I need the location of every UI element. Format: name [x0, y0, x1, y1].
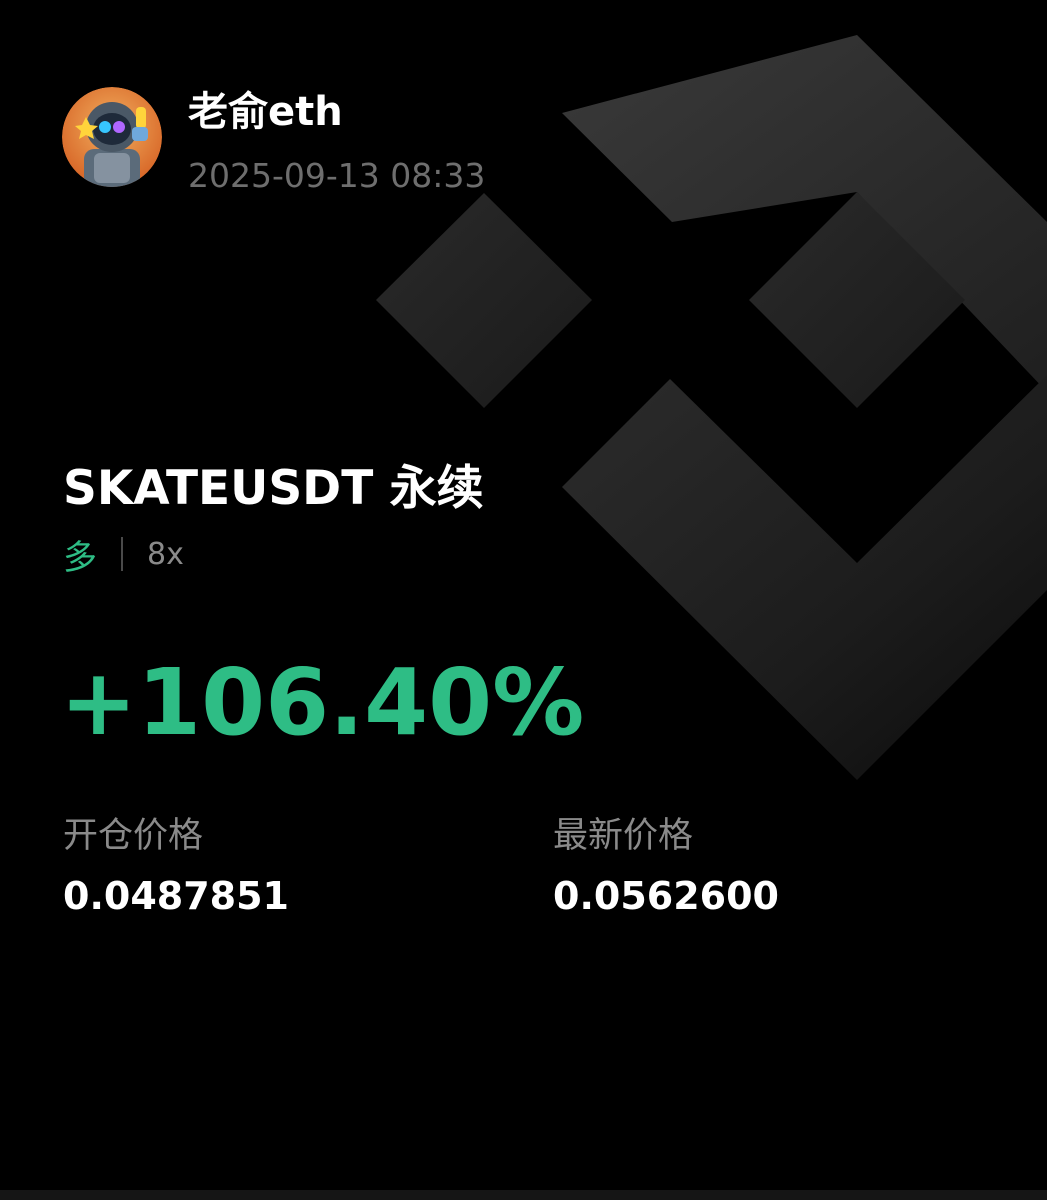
- latest-price-label: 最新价格: [553, 816, 694, 856]
- position-info-row: 多 8x: [63, 532, 184, 578]
- avatar: [62, 87, 162, 187]
- share-card: 老俞eth 2025-09-13 08:33 SKATEUSDT 永续 多 8x…: [0, 0, 1047, 1200]
- leverage-value: 8x: [147, 536, 184, 572]
- username: 老俞eth: [188, 89, 343, 135]
- exchange-logo-icon: [376, 35, 1047, 780]
- logo-bottom-chevron: [562, 375, 1047, 780]
- entry-price-label: 开仓价格: [63, 816, 204, 856]
- roi-percentage: +106.40%: [60, 649, 585, 756]
- position-side-badge: 多: [63, 537, 97, 578]
- robot-avatar-icon: [62, 87, 162, 187]
- entry-price-value: 0.0487851: [63, 874, 289, 918]
- latest-price-value: 0.0562600: [553, 874, 779, 918]
- logo-left-diamond: [376, 193, 592, 408]
- share-timestamp: 2025-09-13 08:33: [188, 156, 486, 195]
- bottom-edge-divider: [0, 1190, 1047, 1200]
- contract-symbol-title: SKATEUSDT 永续: [63, 461, 484, 516]
- vertical-divider: [121, 537, 123, 571]
